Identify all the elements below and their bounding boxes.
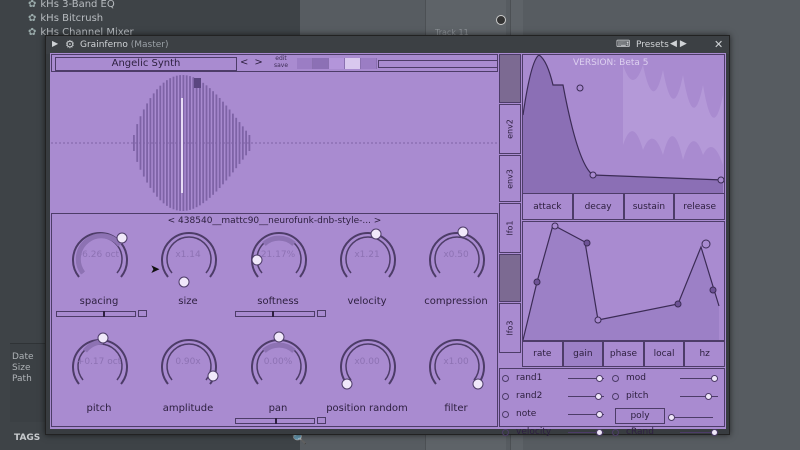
- mod-source-rand2[interactable]: rand2: [500, 389, 610, 405]
- tab-env1[interactable]: [499, 54, 521, 103]
- meta-date: Date: [12, 352, 34, 362]
- window-title: Grainferno (Master): [80, 40, 169, 50]
- tab-env2[interactable]: env2: [499, 104, 521, 154]
- tab-lfo3[interactable]: lfo3: [499, 303, 521, 353]
- plugin-icon: ✿: [28, 26, 37, 38]
- preset-header: Angelic Synth <> edit save: [51, 54, 498, 72]
- lfo-buttons: rate gain phase local hz: [522, 341, 725, 367]
- prev-arrow[interactable]: <: [240, 57, 254, 68]
- tags-label: TAGS: [14, 433, 41, 443]
- keyboard-icon[interactable]: ⌨: [616, 39, 630, 50]
- compression-knob[interactable]: x0.50 compression: [416, 222, 496, 322]
- softness-slider[interactable]: [235, 311, 315, 317]
- next-preset-icon[interactable]: ▶: [680, 39, 690, 49]
- lfo-svg: [522, 222, 720, 341]
- expand-arrow-icon[interactable]: ▶: [52, 39, 58, 48]
- presets-button[interactable]: Presets: [636, 40, 669, 50]
- header-slider[interactable]: [378, 60, 498, 68]
- close-icon[interactable]: ✕: [714, 38, 723, 51]
- color-slots[interactable]: [297, 58, 377, 69]
- poly-button[interactable]: poly: [615, 408, 665, 424]
- tab-lfo2[interactable]: [499, 254, 521, 302]
- amplitude-knob[interactable]: 0.90x amplitude: [148, 329, 228, 429]
- plugin-window: ▶ ⚙ Grainferno (Master) ⌨ Presets ◀▶ ✕ A…: [45, 35, 730, 437]
- attack-button[interactable]: attack: [522, 193, 573, 220]
- prev-preset-icon[interactable]: ◀: [670, 39, 680, 49]
- mod-source-rand1[interactable]: rand1: [500, 371, 610, 387]
- next-arrow[interactable]: >: [254, 57, 268, 68]
- envelope-buttons: attack decay sustain release: [522, 193, 725, 220]
- sustain-button[interactable]: sustain: [623, 193, 675, 220]
- pitch-knob[interactable]: +0.17 oct pitch: [59, 329, 139, 429]
- mouse-cursor-icon: ➤: [150, 262, 161, 276]
- mod-source-mod[interactable]: mod: [610, 371, 722, 387]
- spacing-knob[interactable]: -6.26 oct spacing: [59, 222, 139, 322]
- rate-button[interactable]: rate: [522, 341, 563, 367]
- pan-knob[interactable]: 0.00% pan: [238, 329, 318, 429]
- mod-source-note[interactable]: note: [500, 407, 610, 423]
- tab-lfo1[interactable]: lfo1: [499, 203, 521, 253]
- pan-slider[interactable]: [235, 418, 315, 424]
- track-knob[interactable]: [496, 15, 506, 25]
- browser-item[interactable]: ✿ kHs Bitcrush: [28, 11, 103, 25]
- velocity-knob[interactable]: x1.21 velocity: [327, 222, 407, 322]
- waveform-display[interactable]: < 438540__mattc90__neurofunk-dnb-style-.…: [51, 73, 498, 226]
- version-label: VERSION: Beta 5: [573, 58, 649, 68]
- meta-path: Path: [12, 374, 32, 384]
- plugin-icon: ✿: [28, 12, 37, 24]
- decay-button[interactable]: decay: [572, 193, 624, 220]
- side-tabs: env2 env3 lfo1 lfo3: [499, 54, 521, 354]
- gain-button[interactable]: gain: [562, 341, 604, 367]
- release-button[interactable]: release: [674, 193, 725, 220]
- meta-size: Size: [12, 363, 31, 373]
- softness-slider-toggle[interactable]: [317, 310, 326, 317]
- envelope-svg: [522, 54, 725, 193]
- spacing-slider-toggle[interactable]: [138, 310, 147, 317]
- phase-button[interactable]: phase: [603, 341, 644, 367]
- mod-source-velocity[interactable]: velocity: [500, 425, 610, 441]
- window-titlebar[interactable]: ▶ ⚙ Grainferno (Master) ⌨ Presets ◀▶ ✕: [46, 36, 729, 54]
- poly-slider[interactable]: [668, 410, 723, 426]
- mod-sources-panel: rand1 rand2 note velocity mod pitch poly…: [499, 368, 725, 437]
- local-button[interactable]: local: [643, 341, 685, 367]
- envelope-display[interactable]: VERSION: Beta 5: [522, 54, 725, 194]
- spacing-slider[interactable]: [56, 311, 136, 317]
- softness-knob[interactable]: 21.17% softness: [238, 222, 318, 322]
- browser-item[interactable]: ✿ kHs 3-Band EQ: [28, 0, 115, 11]
- mod-source-crand[interactable]: cRand: [610, 425, 722, 441]
- knob-panel: -6.26 oct spacing x1.14 size 21.17% soft…: [51, 213, 498, 427]
- plugin-icon: ✿: [28, 0, 37, 10]
- pan-slider-toggle[interactable]: [317, 417, 326, 424]
- waveform-svg: [51, 75, 498, 211]
- plugin-body: Angelic Synth <> edit save < 438540__matt…: [50, 53, 726, 437]
- edit-save-button[interactable]: edit save: [274, 55, 288, 69]
- hz-button[interactable]: hz: [684, 341, 725, 367]
- filter-knob[interactable]: x1.00 filter: [416, 329, 496, 429]
- mod-source-pitch[interactable]: pitch: [610, 389, 722, 405]
- preset-name-field[interactable]: Angelic Synth: [55, 57, 237, 71]
- gear-icon[interactable]: ⚙: [65, 38, 75, 51]
- tab-env3[interactable]: env3: [499, 155, 521, 202]
- position-random-knob[interactable]: x0.00 position random: [326, 329, 408, 429]
- preset-nav[interactable]: ◀▶: [670, 39, 690, 49]
- preset-nav-arrows[interactable]: <>: [240, 57, 269, 68]
- lfo-display[interactable]: [522, 221, 725, 341]
